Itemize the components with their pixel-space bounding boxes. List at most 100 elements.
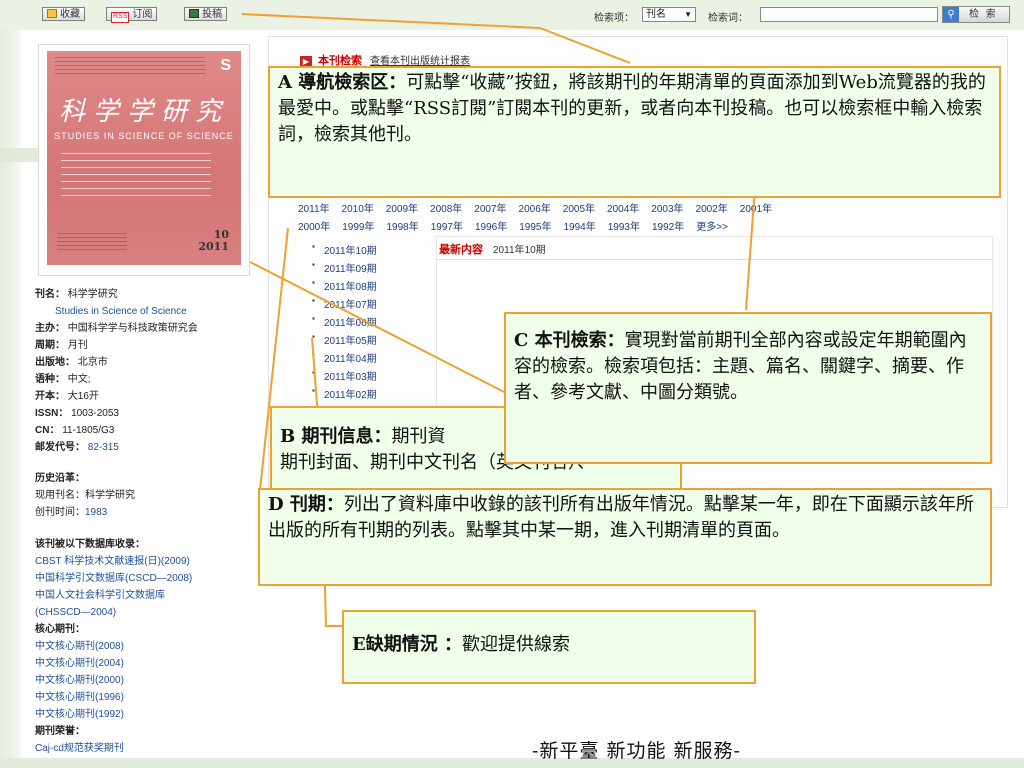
year-link[interactable]: 2010年 bbox=[342, 204, 374, 215]
year-link[interactable]: 1996年 bbox=[475, 222, 507, 233]
rss-subscribe-button[interactable]: RSS 订阅 bbox=[106, 7, 158, 23]
indexed-item[interactable]: CBST 科学技术文献速报(日)(2009) bbox=[35, 553, 275, 570]
year-link[interactable]: 2009年 bbox=[386, 204, 418, 215]
latest-content-title: 最新内容 bbox=[439, 244, 483, 256]
submit-icon bbox=[189, 9, 199, 18]
submit-label: 投稿 bbox=[202, 9, 222, 20]
year-link[interactable]: 2006年 bbox=[519, 204, 551, 215]
year-link[interactable]: 2001年 bbox=[740, 204, 772, 215]
year-link[interactable]: 1993年 bbox=[608, 222, 640, 233]
latest-content-header: 最新内容 2011年10期 bbox=[439, 241, 546, 257]
latest-content-issue: 2011年10期 bbox=[493, 245, 546, 256]
divider bbox=[437, 259, 992, 260]
search-button-label: 检 索 bbox=[969, 9, 998, 20]
year-link[interactable]: 1995年 bbox=[519, 222, 551, 233]
founded-label: 创刊时间： bbox=[35, 507, 85, 518]
callout-e-text: 歡迎提供線索 bbox=[462, 634, 570, 655]
journal-info: 刊名： 科学学研究 Studies in Science of Science … bbox=[35, 286, 275, 456]
info-row: CN： 11-1805/G3 bbox=[35, 422, 275, 439]
year-link[interactable]: 2007年 bbox=[474, 204, 506, 215]
issue-link[interactable]: 2011年03期 bbox=[312, 368, 377, 383]
cover-footer-text bbox=[57, 233, 127, 251]
callout-c-journal-search: C 本刊檢索：實現對當前期刊全部內容或設定年期範圍內容的檢索。檢索項包括：主題、… bbox=[504, 312, 992, 464]
more-years-link[interactable]: 更多>> bbox=[696, 222, 728, 233]
info-row: 主办： 中国科学学与科技政策研究会 bbox=[35, 320, 275, 337]
callout-d-text: 列出了資料庫中收錄的該刊所有出版年情況。點擊某一年，即在下面顯示該年所出版的所有… bbox=[268, 494, 974, 541]
info-label: 周期： bbox=[35, 340, 65, 351]
indexed-item[interactable]: 中国人文社会科学引文数据库 bbox=[35, 587, 275, 604]
info-row: 出版地： 北京市 bbox=[35, 354, 275, 371]
issue-link[interactable]: 2011年08期 bbox=[312, 278, 377, 293]
callout-a-title: A 導航檢索区： bbox=[278, 72, 407, 93]
year-link[interactable]: 2003年 bbox=[651, 204, 683, 215]
favorite-label: 收藏 bbox=[60, 9, 80, 20]
year-link[interactable]: 2004年 bbox=[607, 204, 639, 215]
callout-b-title: B 期刊信息： bbox=[280, 426, 392, 447]
issue-link[interactable]: 2011年09期 bbox=[312, 260, 377, 275]
submit-manuscript-button[interactable]: 投稿 bbox=[184, 7, 227, 21]
info-label: 出版地： bbox=[35, 357, 75, 368]
issue-link[interactable]: 2011年04期 bbox=[312, 350, 377, 365]
indexed-item[interactable]: (CHSSCD—2004) bbox=[35, 604, 275, 621]
info-label: CN： bbox=[35, 425, 60, 436]
history-founded: 创刊时间：1983 bbox=[35, 504, 275, 521]
core-item[interactable]: 中文核心期刊(2008) bbox=[35, 638, 275, 655]
search-button[interactable]: ⚲ 检 索 bbox=[942, 6, 1010, 23]
issue-list: 2011年10期 2011年09期 2011年08期 2011年07期 2011… bbox=[304, 240, 432, 410]
info-value: Studies in Science of Science bbox=[55, 306, 187, 317]
history-current-name: 现用刊名：科学学研究 bbox=[35, 490, 135, 501]
year-link[interactable]: 2011年 bbox=[298, 204, 330, 215]
year-link[interactable]: 2005年 bbox=[563, 204, 595, 215]
callout-b-text: 期刊資 bbox=[391, 426, 446, 447]
year-link[interactable]: 1994年 bbox=[564, 222, 596, 233]
search-term-label: 检索词： bbox=[708, 13, 748, 24]
issue-link[interactable]: 2011年10期 bbox=[312, 242, 377, 257]
bottom-band bbox=[0, 758, 1024, 768]
info-row: ISSN： 1003-2053 bbox=[35, 405, 275, 422]
core-item[interactable]: 中文核心期刊(1996) bbox=[35, 689, 275, 706]
search-input[interactable] bbox=[760, 7, 938, 22]
cover-title: 科学学研究 bbox=[58, 97, 229, 127]
callout-d-issues: D 刊期：列出了資料庫中收錄的該刊所有出版年情況。點擊某一年，即在下面顯示該年所… bbox=[258, 488, 992, 586]
search-field-select[interactable]: 刊名 ▼ bbox=[642, 7, 696, 22]
issue-link[interactable]: 2011年05期 bbox=[312, 332, 377, 347]
founded-value: 1983 bbox=[85, 507, 108, 518]
info-label: 开本： bbox=[35, 391, 65, 402]
core-item[interactable]: 中文核心期刊(1992) bbox=[35, 706, 275, 723]
journal-cover[interactable]: S 科学学研究 STUDIES IN SCIENCE OF SCIENCE 10… bbox=[47, 51, 241, 265]
cover-subtitle: STUDIES IN SCIENCE OF SCIENCE bbox=[54, 131, 234, 141]
year-link[interactable]: 2008年 bbox=[430, 204, 462, 215]
favorite-button[interactable]: 收藏 bbox=[42, 7, 85, 21]
info-row: 邮发代号： 82-315 bbox=[35, 439, 275, 456]
search-icon: ⚲ bbox=[943, 7, 959, 22]
info-value: 中文; bbox=[67, 374, 91, 385]
info-row: 开本： 大16开 bbox=[35, 388, 275, 405]
indexed-item[interactable]: 中国科学引文数据库(CSCD—2008) bbox=[35, 570, 275, 587]
year-link[interactable]: 2000年 bbox=[298, 222, 330, 233]
chevron-down-icon: ▼ bbox=[684, 10, 692, 19]
callout-d-title: D 刊期： bbox=[268, 494, 344, 515]
info-value: 大16开 bbox=[67, 391, 99, 402]
info-value: 1003-2053 bbox=[71, 408, 119, 419]
info-label: 语种： bbox=[35, 374, 65, 385]
year-link[interactable]: 1992年 bbox=[652, 222, 684, 233]
year-row-2: 2000年 1999年 1998年 1997年 1996年 1995年 1994年 1993年… bbox=[298, 218, 740, 233]
issue-link[interactable]: 2011年02期 bbox=[312, 386, 377, 401]
info-value: 月刊 bbox=[67, 340, 88, 351]
issue-link[interactable]: 2011年07期 bbox=[312, 296, 377, 311]
rss-icon: RSS bbox=[111, 12, 130, 23]
search-field-value: 刊名 bbox=[646, 9, 666, 20]
year-link[interactable]: 1999年 bbox=[342, 222, 374, 233]
core-item[interactable]: 中文核心期刊(2004) bbox=[35, 655, 275, 672]
issue-link[interactable]: 2011年06期 bbox=[312, 314, 377, 329]
info-value: 北京市 bbox=[77, 357, 108, 368]
cover-logo: S bbox=[220, 57, 231, 74]
callout-e-missing-issues: E缺期情況 ：歡迎提供線索 bbox=[342, 610, 756, 684]
cover-header-text bbox=[55, 57, 205, 75]
honor-item[interactable]: Caj-cd规范获奖期刊 bbox=[35, 740, 275, 757]
indexed-section: 该刊被以下数据库收录： CBST 科学技术文献速报(日)(2009) 中国科学引… bbox=[35, 536, 275, 757]
year-link[interactable]: 2002年 bbox=[696, 204, 728, 215]
core-item[interactable]: 中文核心期刊(2000) bbox=[35, 672, 275, 689]
year-link[interactable]: 1998年 bbox=[387, 222, 419, 233]
year-link[interactable]: 1997年 bbox=[431, 222, 463, 233]
